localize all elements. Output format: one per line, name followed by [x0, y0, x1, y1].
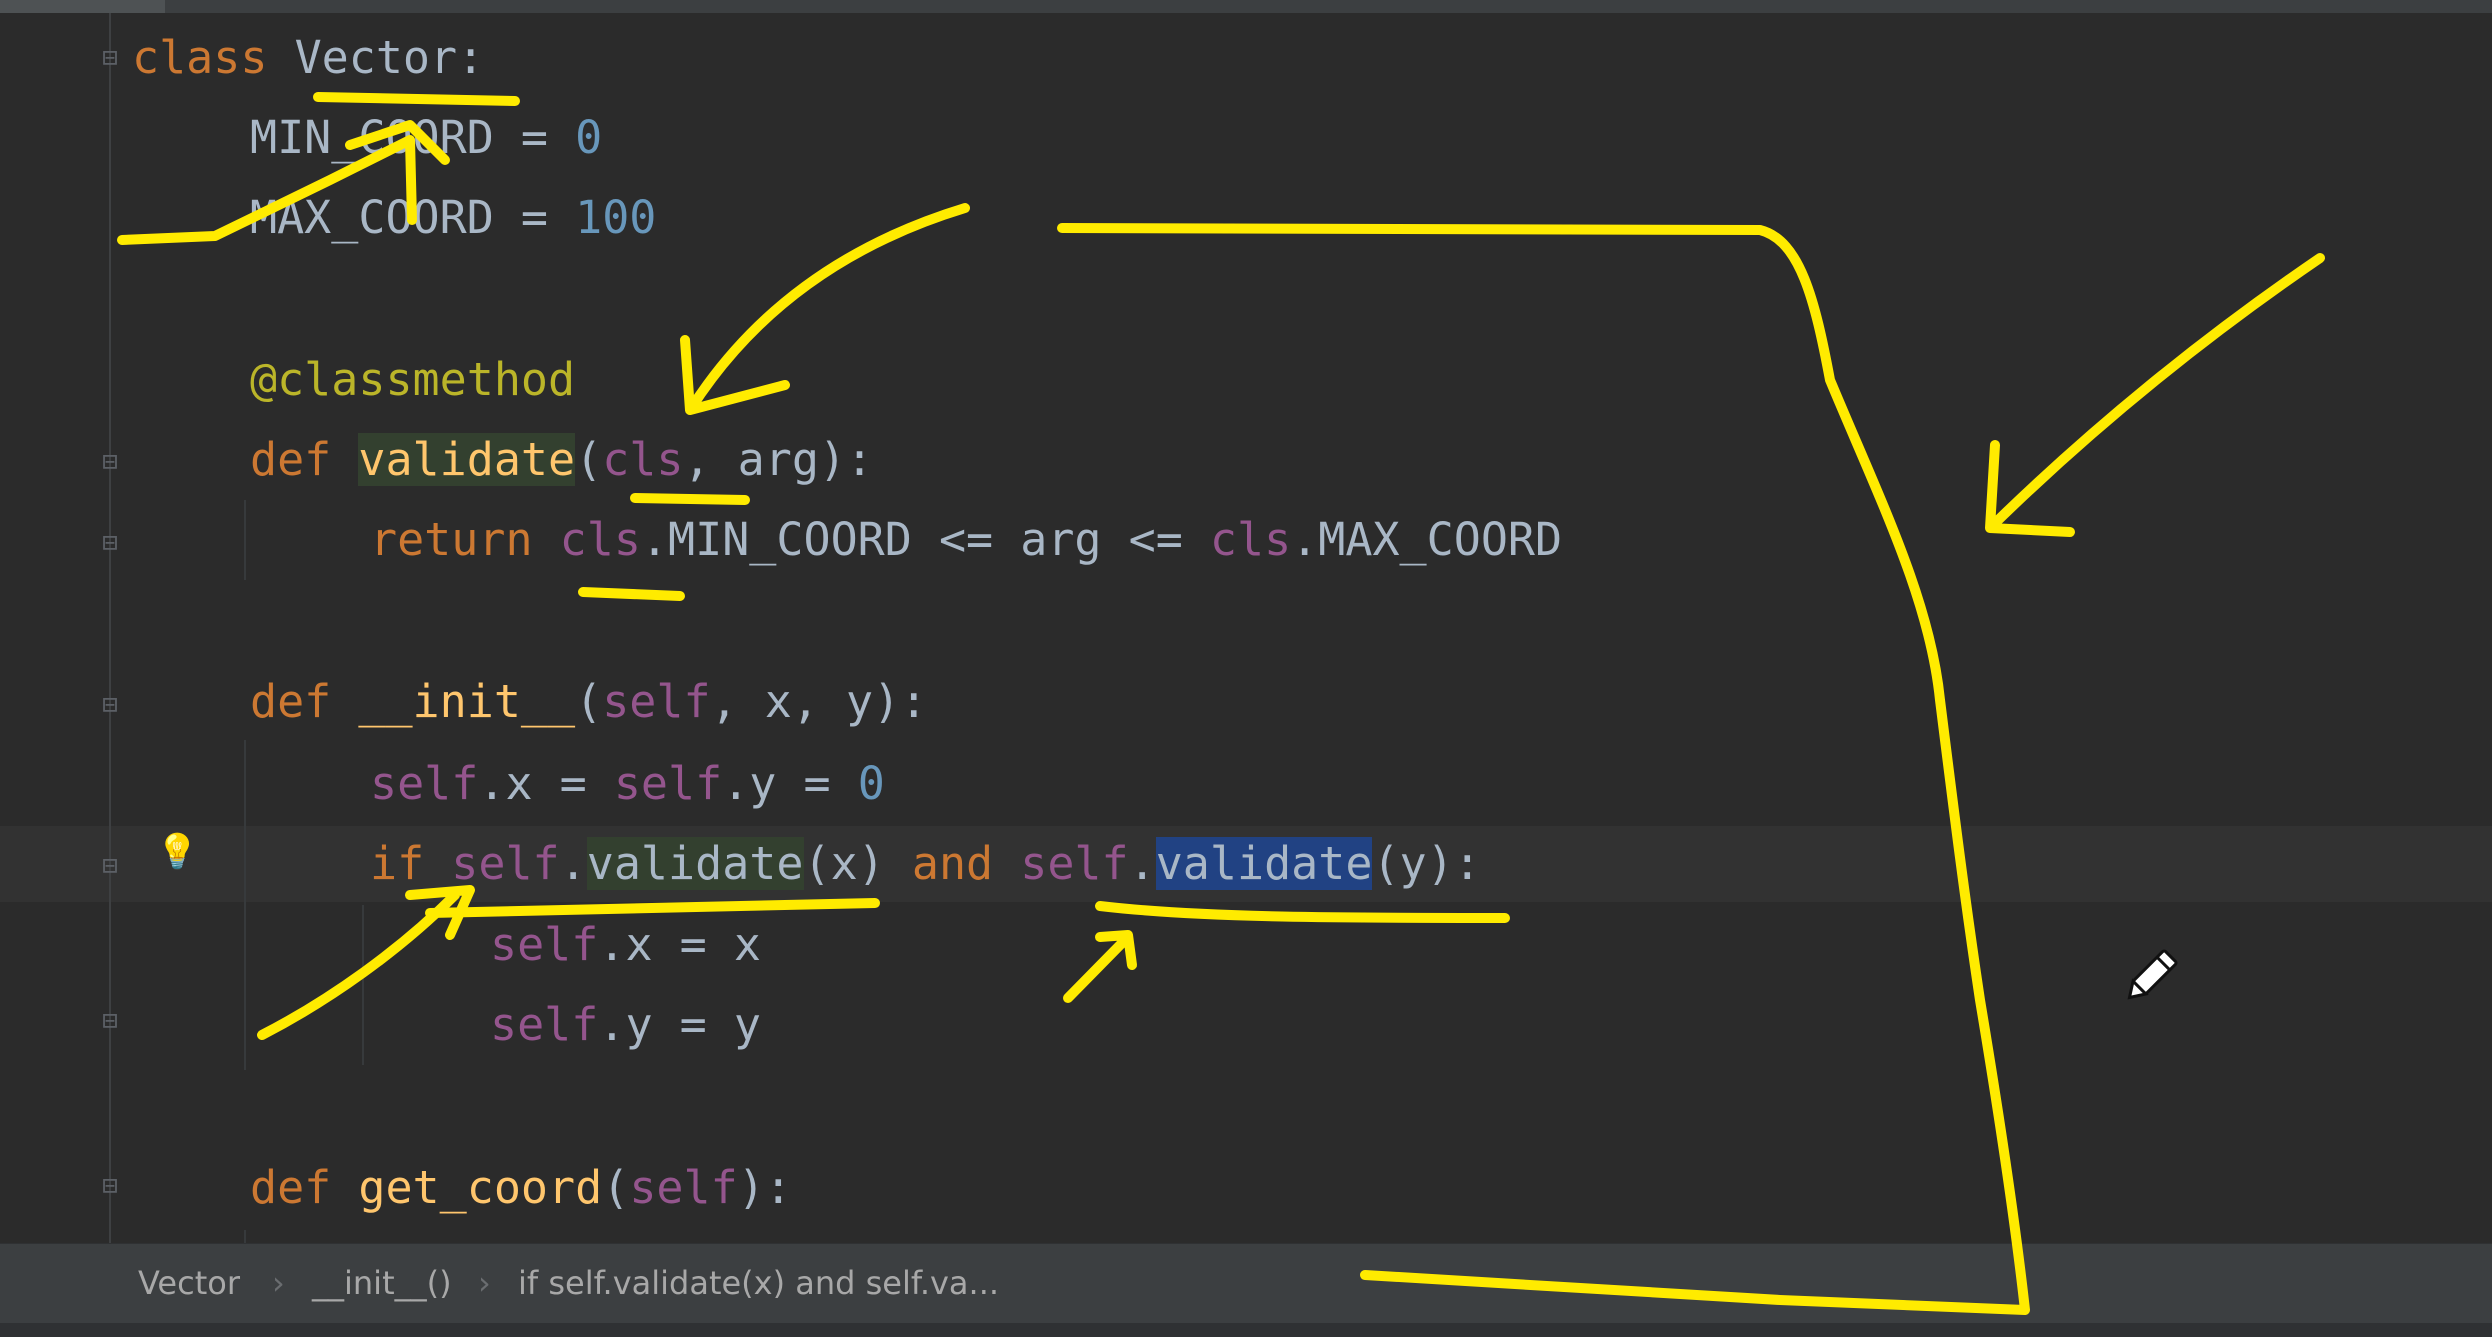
self-ref: self [613, 757, 723, 810]
code-line-2[interactable]: MIN_COORD = 0 [250, 98, 602, 178]
params: , x, y): [710, 675, 928, 728]
breadcrumb-item-method[interactable]: __init__() [312, 1264, 452, 1302]
expr: .MIN_COORD <= arg <= [640, 513, 1210, 566]
const-name: MIN_COORD [250, 111, 494, 164]
keyword-return: return [370, 513, 560, 566]
punct: ( [602, 1161, 630, 1214]
dot: . [559, 837, 587, 890]
const-name: MAX_COORD [250, 191, 494, 244]
lightbulb-icon[interactable]: 💡 [156, 830, 198, 874]
params: ): [737, 1161, 792, 1214]
expr-tail: .MAX_COORD [1291, 513, 1563, 566]
code-line-4[interactable]: @classmethod [250, 340, 575, 420]
fold-marker-icon[interactable]: ⊟ [96, 42, 124, 74]
gutter-separator [109, 13, 111, 1243]
code-line-6[interactable]: return cls.MIN_COORD <= arg <= cls.MAX_C… [370, 500, 1562, 580]
indent-guide [244, 1230, 246, 1243]
param-cls: cls [602, 433, 684, 486]
function-name: get_coord [358, 1161, 603, 1214]
number-literal: 0 [575, 111, 603, 164]
editor-tab-strip [0, 0, 2492, 13]
code-line-11[interactable]: self.y = y [490, 985, 761, 1065]
code-line-1[interactable]: class Vector: [132, 18, 484, 98]
code-line-9[interactable]: if self.validate(x) and self.validate(y)… [370, 824, 1481, 904]
keyword-class: class [132, 31, 295, 84]
cls-ref: cls [559, 513, 641, 566]
fold-marker-icon[interactable]: ⊟ [96, 850, 124, 882]
args: (y): [1372, 837, 1481, 890]
fold-marker-icon[interactable]: ⊟ [96, 1170, 124, 1202]
expr: .x = [478, 757, 614, 810]
fold-marker-icon[interactable]: ⊟ [96, 446, 124, 478]
cls-ref: cls [1209, 513, 1292, 566]
method-call: validate [586, 837, 804, 890]
pencil-cursor-icon [2127, 949, 2178, 1000]
breadcrumb: Vector › __init__() › if self.validate(x… [0, 1243, 2492, 1324]
operator: = [493, 111, 576, 164]
expr: .y = [722, 757, 858, 810]
keyword-def: def [250, 1161, 359, 1214]
self-ref: self [1020, 837, 1129, 890]
param-self: self [629, 1161, 738, 1214]
indent-guide [244, 500, 246, 580]
decorator: @classmethod [250, 353, 576, 406]
fold-marker-icon[interactable]: ⊟ [96, 527, 124, 559]
param-self: self [602, 675, 711, 728]
breadcrumb-separator-icon: › [478, 1264, 491, 1302]
function-name: __init__ [358, 675, 576, 728]
punct: ( [575, 675, 603, 728]
code-line-8[interactable]: self.x = self.y = 0 [370, 744, 885, 824]
indent-guide [244, 740, 246, 1070]
operator: = [493, 191, 576, 244]
number-literal: 0 [857, 757, 885, 810]
keyword-if: if [370, 837, 452, 890]
self-ref: self [451, 837, 560, 890]
class-name: Vector [294, 31, 458, 84]
expr: .y = y [598, 998, 761, 1051]
keyword-def: def [250, 433, 359, 486]
args: (x) [803, 837, 912, 890]
breadcrumb-separator-icon: › [272, 1264, 285, 1302]
selected-method-call: validate [1155, 837, 1373, 890]
code-line-7[interactable]: def __init__(self, x, y): [250, 662, 927, 742]
expr: .x = x [598, 918, 761, 971]
fold-marker-icon[interactable]: ⊟ [96, 1005, 124, 1037]
punct: ( [575, 433, 603, 486]
fold-marker-icon[interactable]: ⊟ [96, 689, 124, 721]
punct: : [457, 31, 485, 84]
self-ref: self [490, 918, 599, 971]
keyword-def: def [250, 675, 359, 728]
status-strip [0, 1323, 2492, 1337]
code-line-10[interactable]: self.x = x [490, 905, 761, 985]
params: , arg): [683, 433, 874, 486]
code-line-3[interactable]: MAX_COORD = 100 [250, 178, 656, 258]
breadcrumb-item-class[interactable]: Vector [138, 1264, 240, 1302]
dot: . [1128, 837, 1156, 890]
number-literal: 100 [575, 191, 657, 244]
function-name: validate [358, 433, 576, 486]
code-line-12[interactable]: def get_coord(self): [250, 1148, 792, 1228]
active-tab-indicator[interactable] [0, 0, 165, 13]
self-ref: self [490, 998, 599, 1051]
indent-guide [362, 905, 364, 1065]
code-line-5[interactable]: def validate(cls, arg): [250, 420, 873, 500]
breadcrumb-item-statement[interactable]: if self.validate(x) and self.va... [518, 1264, 999, 1302]
keyword-and: and [911, 837, 1021, 890]
self-ref: self [370, 757, 479, 810]
